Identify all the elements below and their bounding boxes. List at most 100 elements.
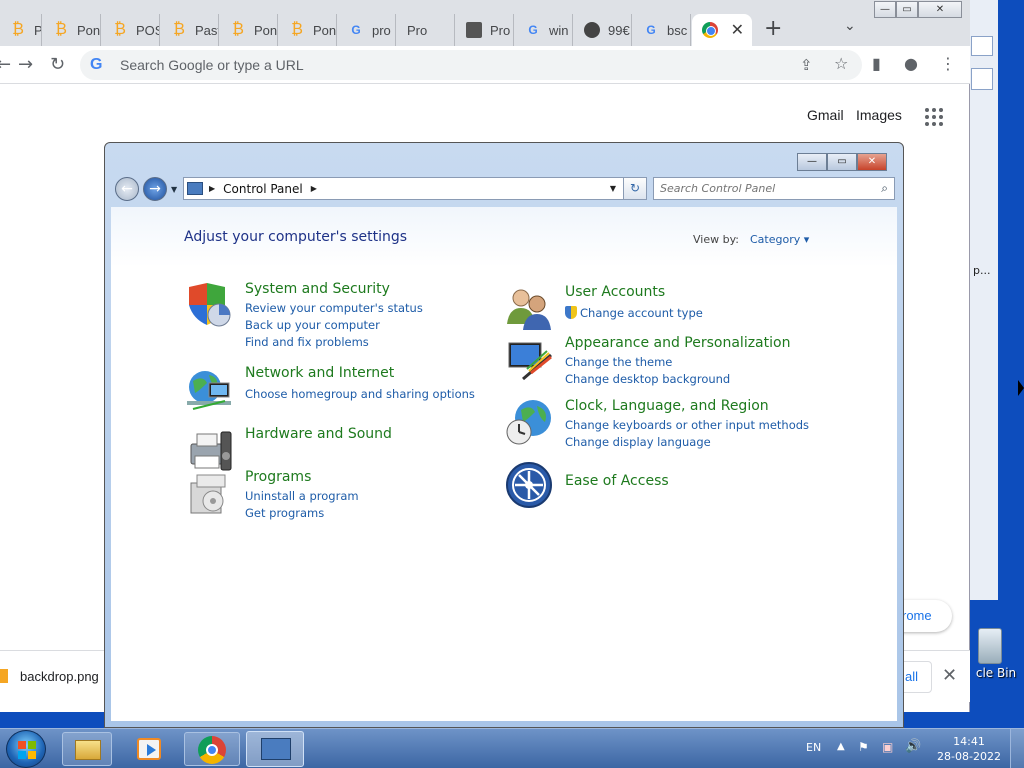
minimize-button[interactable]: — — [797, 153, 827, 171]
browser-tab[interactable]: ₿Pon — [220, 14, 278, 46]
link-change-account-type[interactable]: Change account type — [565, 306, 703, 320]
maximize-button[interactable]: ▭ — [827, 153, 857, 171]
browser-tab[interactable]: ₿Pon — [0, 14, 42, 46]
printer-icon — [190, 431, 232, 471]
star-icon[interactable]: ☆ — [834, 54, 848, 73]
google-icon: G — [646, 23, 656, 37]
bitcoin-icon: ₿ — [55, 21, 67, 38]
refresh-button[interactable]: ↻ — [623, 177, 647, 200]
link-change-theme[interactable]: Change the theme — [565, 355, 672, 369]
more-menu-icon[interactable]: ⋮ — [940, 54, 956, 73]
category-title[interactable]: System and Security — [245, 281, 390, 297]
link-backup[interactable]: Back up your computer — [245, 318, 380, 332]
category-title[interactable]: Programs — [245, 469, 311, 485]
browser-tab[interactable]: Gpro — [338, 14, 396, 46]
background-window-field[interactable] — [971, 68, 993, 90]
link-homegroup[interactable]: Choose homegroup and sharing options — [245, 387, 475, 401]
recent-pages-dropdown[interactable]: ▼ — [171, 185, 177, 194]
action-center-icon[interactable]: ⚑ — [858, 740, 869, 754]
taskbar-media-player[interactable] — [124, 732, 174, 766]
breadcrumb-arrow-icon[interactable]: ▶ — [311, 184, 317, 193]
taskbar-control-panel[interactable] — [246, 731, 304, 767]
background-window-search[interactable] — [971, 36, 993, 56]
browser-tab[interactable]: ₿ Past — [161, 14, 219, 46]
control-panel-content: Adjust your computer's settings View by:… — [111, 207, 897, 721]
gmail-link[interactable]: Gmail — [807, 107, 844, 123]
background-window[interactable]: p... — [968, 0, 998, 600]
recycle-bin[interactable]: cle Bin — [968, 628, 1024, 680]
bitcoin-icon: ₿ — [173, 21, 185, 38]
background-window-text: p... — [973, 264, 991, 277]
category-title[interactable]: Appearance and Personalization — [565, 335, 790, 351]
category-title[interactable]: Network and Internet — [245, 365, 394, 381]
taskbar-explorer[interactable] — [62, 732, 112, 766]
chrome-window-controls: — ▭ ✕ — [874, 1, 962, 18]
maximize-button[interactable]: ▭ — [896, 1, 918, 18]
browser-tab[interactable]: 99€ — [574, 14, 632, 46]
search-box: ⌕ — [653, 177, 895, 200]
taskbar-chrome[interactable] — [184, 732, 240, 766]
link-find-fix[interactable]: Find and fix problems — [245, 335, 369, 349]
shield-icon — [189, 283, 231, 327]
search-icon[interactable]: ⌕ — [881, 181, 888, 196]
images-link[interactable]: Images — [856, 107, 902, 123]
profile-icon[interactable]: ● — [904, 54, 918, 73]
category-title[interactable]: Ease of Access — [565, 473, 669, 489]
printer-icon — [466, 22, 482, 38]
search-input[interactable] — [654, 178, 864, 199]
link-change-keyboards[interactable]: Change keyboards or other input methods — [565, 418, 809, 432]
omnibox[interactable]: G Search Google or type a URL — [80, 50, 862, 80]
show-hidden-icons[interactable]: ▲ — [837, 741, 845, 752]
category-title[interactable]: User Accounts — [565, 284, 665, 300]
reload-icon[interactable]: ↻ — [50, 54, 65, 75]
volume-icon[interactable]: 🔊 — [905, 739, 921, 754]
link-desktop-background[interactable]: Change desktop background — [565, 372, 730, 386]
start-button[interactable] — [6, 730, 46, 768]
category-title[interactable]: Clock, Language, and Region — [565, 398, 769, 414]
address-bar[interactable]: ▶ Control Panel ▶ ▼ — [183, 177, 647, 200]
view-by-label: View by: — [693, 233, 739, 246]
close-button[interactable]: ✕ — [918, 1, 962, 18]
minimize-button[interactable]: — — [874, 1, 896, 18]
download-item[interactable]: backdrop.png — [20, 669, 99, 684]
close-button[interactable]: ✕ — [857, 153, 887, 171]
link-get-programs[interactable]: Get programs — [245, 506, 324, 520]
clock[interactable]: 14:41 28-08-2022 — [936, 734, 1002, 764]
chevron-down-icon[interactable]: ▼ — [610, 184, 616, 193]
breadcrumb-arrow-icon[interactable]: ▶ — [209, 184, 215, 193]
chevron-down-icon[interactable]: ⌄ — [844, 18, 856, 34]
breadcrumb[interactable]: Control Panel — [223, 182, 303, 196]
google-icon: G — [351, 23, 361, 37]
browser-toolbar: ← → ↻ G Search Google or type a URL ⇪ ☆ … — [0, 46, 970, 84]
browser-tab[interactable]: Pro — [456, 14, 514, 46]
link-review-status[interactable]: Review your computer's status — [245, 301, 423, 315]
browser-tab-active[interactable]: ✕ — [692, 14, 752, 46]
close-icon[interactable]: ✕ — [731, 20, 744, 40]
sidepanel-icon[interactable]: ▮ — [872, 54, 881, 73]
category-title[interactable]: Hardware and Sound — [245, 426, 392, 442]
close-icon[interactable]: ✕ — [942, 665, 957, 686]
browser-tab[interactable]: Gwin — [515, 14, 573, 46]
apps-grid-icon[interactable] — [925, 108, 943, 126]
back-button[interactable]: ← — [115, 177, 139, 201]
tab-strip: ₿Pon ₿Pon ₿POS ₿Past ₿Pon ₿Pon Gpro Pro … — [0, 0, 970, 46]
language-indicator[interactable]: EN — [806, 741, 821, 754]
browser-tab[interactable]: ₿Pon — [279, 14, 337, 46]
browser-tab[interactable]: Gbsc — [633, 14, 691, 46]
forward-button[interactable]: → — [143, 177, 167, 201]
browser-tab[interactable]: Pro — [397, 14, 455, 46]
link-uninstall[interactable]: Uninstall a program — [245, 489, 359, 503]
share-icon[interactable]: ⇪ — [800, 56, 813, 74]
omnibox-placeholder: Search Google or type a URL — [120, 57, 304, 73]
network-icon[interactable]: ▣ — [882, 740, 893, 754]
link-display-language[interactable]: Change display language — [565, 435, 711, 449]
browser-tab[interactable]: ₿POS — [102, 14, 160, 46]
forward-arrow-icon[interactable]: → — [18, 54, 33, 75]
new-tab-button[interactable]: + — [764, 16, 782, 41]
show-desktop-button[interactable] — [1010, 729, 1024, 768]
users-icon — [507, 289, 551, 330]
uac-shield-icon — [565, 306, 577, 319]
back-arrow-icon[interactable]: ← — [0, 54, 11, 75]
browser-tab[interactable]: ₿Pon — [43, 14, 101, 46]
view-by-dropdown[interactable]: Category ▾ — [750, 233, 809, 246]
